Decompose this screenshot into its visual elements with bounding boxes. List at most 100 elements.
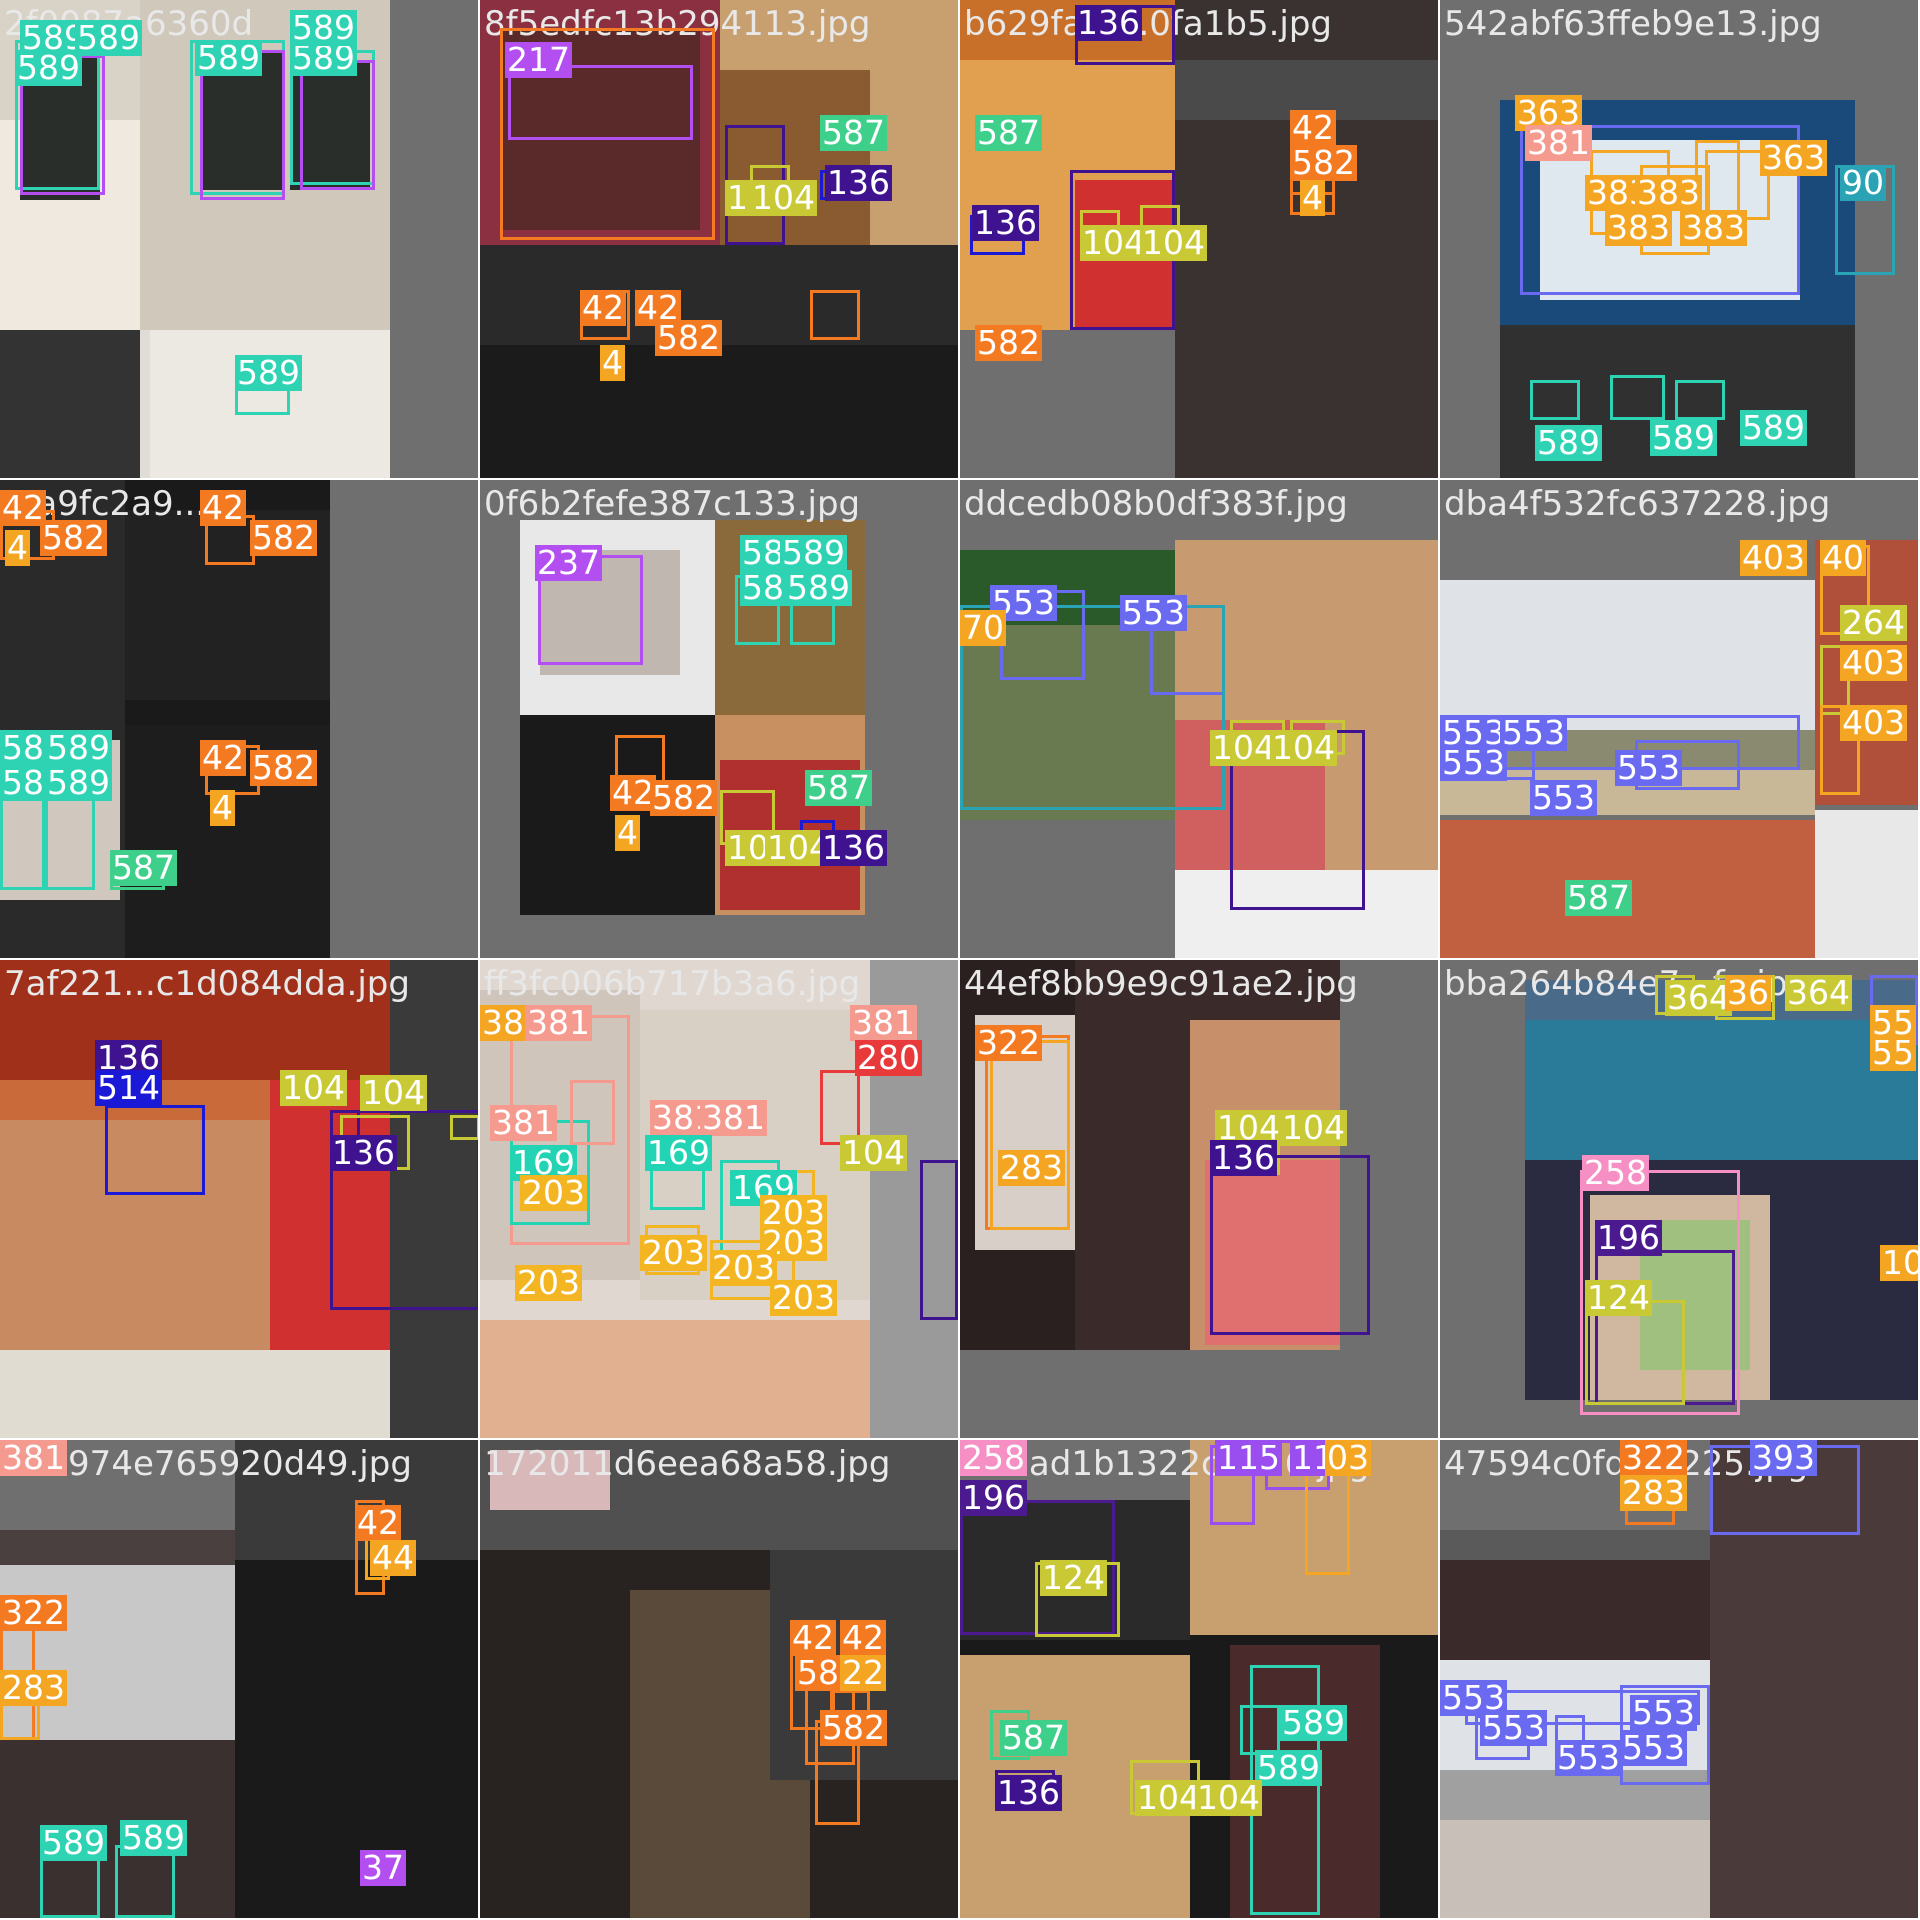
class-label: 136 [1210, 1138, 1277, 1177]
photo-region [960, 1350, 1438, 1438]
class-label: 104 [1210, 728, 1277, 767]
class-label: 4 [600, 343, 625, 382]
class-label: 203 [515, 1263, 582, 1302]
photo-region [1440, 1820, 1710, 1918]
class-label: 363 [1760, 138, 1827, 177]
mosaic-tile: 363 381 363 383 383 383 383 90 589 589 589 542abf63… [1440, 0, 1918, 478]
class-label: 514 [95, 1068, 162, 1107]
mosaic-tile: 136 587 136 104 104 582 42 582 4 b629faf1...0fa1b… [960, 0, 1438, 478]
class-label: 403 [1740, 538, 1807, 577]
class-label: 383 [1680, 208, 1747, 247]
bounding-box [300, 60, 375, 190]
class-label: 381 [0, 1440, 67, 1477]
class-label: 136 [1075, 3, 1142, 42]
class-label: 90 [1840, 163, 1886, 202]
class-label: 383 [1605, 208, 1672, 247]
class-label: 589 [120, 1818, 187, 1857]
mosaic-tile: 381 42 44 322 283 589 589 37 b3a974e765920d49.jp… [0, 1440, 478, 1918]
mosaic-tile: 32239328355355355355355347594c0fd...3225… [1440, 1440, 1918, 1918]
class-label: 403 [1840, 643, 1907, 682]
class-label: 589 [40, 1823, 107, 1862]
class-label: 381 [1525, 123, 1592, 162]
bounding-box [920, 1160, 958, 1320]
photo-region [1440, 1530, 1710, 1560]
bounding-box [1610, 375, 1665, 420]
class-label: 22 [840, 1653, 886, 1692]
photo-region [330, 480, 478, 958]
class-label: 42 [790, 1618, 836, 1657]
class-label: 124 [1040, 1558, 1107, 1597]
class-label: 104 [1195, 1778, 1262, 1817]
class-label: 589 [1280, 1703, 1347, 1742]
filename-label: 0f6b2fefe387c133.jpg [484, 484, 861, 524]
class-label: 237 [535, 543, 602, 582]
bounding-box [1675, 380, 1725, 420]
class-label: 115 [1215, 1440, 1282, 1477]
photo-region [0, 330, 140, 478]
class-label: 589 [1740, 408, 1807, 447]
class-label: 582 [250, 748, 317, 787]
class-label: 582 [650, 778, 717, 817]
class-label: 553 [1615, 748, 1682, 787]
class-label: 553 [1630, 1693, 1697, 1732]
class-label: 381 [490, 1103, 557, 1142]
class-label: 589 [195, 38, 262, 77]
class-label: 203 [770, 1278, 837, 1317]
mosaic-tile: 5895895895895895895892f0087a6360d [0, 0, 478, 478]
bounding-box [990, 1040, 1070, 1230]
class-label: 283 [1620, 1473, 1687, 1512]
class-label: 587 [805, 768, 872, 807]
class-label: 203 [520, 1173, 587, 1212]
class-label: 582 [820, 1708, 887, 1747]
class-label: 104 [280, 1068, 347, 1107]
mosaic-tile: 553 553 70 104 104 ddcedb08b0df383f.jpg [960, 480, 1438, 958]
class-label: 196 [1595, 1218, 1662, 1257]
class-label: 381 [525, 1003, 592, 1042]
class-label: 264 [1840, 603, 1907, 642]
class-label: 217 [505, 40, 572, 79]
class-label: 4 [1300, 178, 1325, 217]
class-label: 364 [1785, 973, 1852, 1012]
bounding-box [1530, 380, 1580, 420]
class-label: 587 [1565, 878, 1632, 917]
class-label: 38 [480, 1003, 526, 1042]
class-label: 582 [1290, 143, 1357, 182]
class-label: 196 [960, 1478, 1027, 1517]
photo-region [1525, 1000, 1918, 1165]
class-label: 364 [1665, 978, 1732, 1017]
mosaic-tile: 403 40 264 403 403 553 553 553 553 553 587 dba4f532… [1440, 480, 1918, 958]
class-label: 283 [0, 1668, 67, 1707]
photo-region [720, 345, 958, 478]
class-label: 104 [1280, 1108, 1347, 1147]
class-label: 70 [960, 608, 1006, 647]
class-label: 553 [1555, 1738, 1622, 1777]
filename-label: ddcedb08b0df383f.jpg [964, 484, 1348, 524]
class-label: 381 [850, 1003, 917, 1042]
photo-region [480, 1320, 870, 1438]
class-label: 589 [780, 533, 847, 572]
class-label: 322 [975, 1023, 1042, 1062]
class-label: 589 [75, 18, 142, 57]
class-label: 42 [840, 1618, 886, 1657]
class-label: 124 [1585, 1278, 1652, 1317]
mosaic-tile: 364 36 364 55 55 258 196 124 10 bba264b84e7...fe.… [1440, 960, 1918, 1438]
class-label: 136 [820, 828, 887, 867]
class-label: 553 [1120, 593, 1187, 632]
filename-label: 172011d6eea68a58.jpg [484, 1444, 891, 1484]
mosaic-tile: 217587104104136424258248f5edfc13b294113.… [480, 0, 958, 478]
class-label: 104 [1135, 1778, 1202, 1817]
class-label: 203 [640, 1233, 707, 1272]
class-label: 587 [975, 113, 1042, 152]
class-label: 258 [960, 1440, 1027, 1477]
class-label: 589 [1255, 1748, 1322, 1787]
filename-label: dba4f532fc637228.jpg [1444, 484, 1831, 524]
class-label: 589 [45, 728, 112, 767]
filename-label: ff3fc006b717b3a6.jpg [484, 964, 861, 1004]
class-label: 42 [1290, 108, 1336, 147]
class-label: 104 [750, 178, 817, 217]
class-label: 136 [995, 1773, 1062, 1812]
mosaic-tile: 42 42 582 22 582 172011d6eea68a58.jpg [480, 1440, 958, 1918]
mosaic-root: 5895895895895895895892f0087a6360d2175871… [0, 0, 1920, 1920]
mosaic-tile: 258 115 115 03 196 124 587 589 589 136 104 104 630ad… [960, 1440, 1438, 1918]
bounding-box [1210, 1155, 1370, 1335]
